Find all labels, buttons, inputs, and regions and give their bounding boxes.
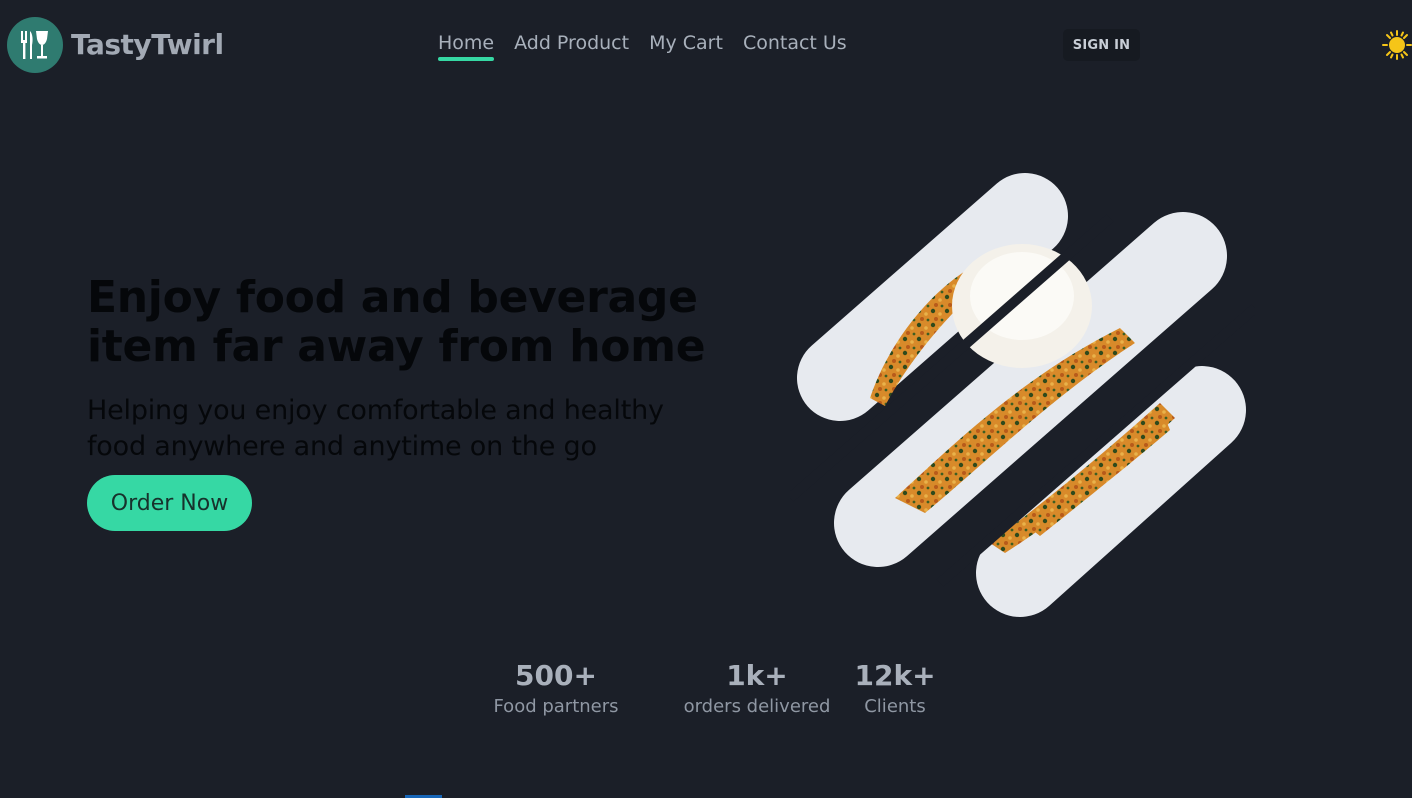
stat-label: Food partners — [493, 696, 619, 717]
stat-value: 12k+ — [854, 659, 936, 692]
nav-add-product-label: Add Product — [514, 32, 630, 54]
theme-toggle[interactable] — [1382, 30, 1412, 60]
cutlery-glass-icon — [21, 31, 48, 59]
hero-title: Enjoy food and beverage item far away fr… — [87, 272, 706, 372]
order-now-button[interactable]: Order Now — [87, 475, 252, 531]
stat-value: 500+ — [515, 659, 597, 692]
brand-name[interactable]: TastyTwirl — [71, 28, 224, 61]
nav-add-product[interactable]: Add Product — [514, 32, 629, 54]
hero-subtitle: Helping you enjoy comfortable and health… — [87, 395, 664, 462]
stat-food-partners: 500+ Food partners — [493, 658, 618, 720]
sun-icon — [1382, 30, 1412, 60]
stat-orders-delivered: 1k+ orders delivered — [684, 658, 831, 720]
sign-in-button[interactable]: SIGN IN — [1063, 29, 1140, 61]
stat-value: 1k+ — [726, 659, 788, 692]
stat-clients: 12k+ Clients — [854, 658, 935, 720]
nav-contact-us-label: Contact Us — [742, 32, 847, 54]
active-nav-indicator — [438, 57, 495, 61]
stat-label: Clients — [864, 696, 926, 717]
hero-food-image — [790, 173, 1255, 617]
nav-home[interactable]: Home — [438, 32, 495, 61]
nav-contact-us[interactable]: Contact Us — [743, 32, 847, 54]
nav-my-cart-label: My Cart — [649, 32, 723, 54]
nav-home-label: Home — [438, 32, 495, 54]
nav-my-cart[interactable]: My Cart — [649, 32, 723, 54]
app-page: TastyTwirl Home Add Product My Cart Cont… — [0, 0, 1412, 798]
stat-label: orders delivered — [683, 696, 831, 717]
logo-badge[interactable] — [7, 17, 63, 73]
main-nav: Home Add Product My Cart Contact Us — [438, 32, 847, 61]
